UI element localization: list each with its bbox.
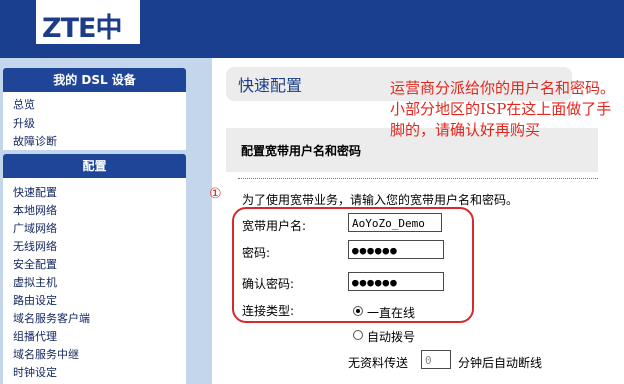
- highlight-box: [232, 207, 474, 323]
- idle-timeout-suffix: 分钟后自动断线: [458, 356, 543, 370]
- sidebar-item-wireless[interactable]: 无线网络: [13, 238, 57, 254]
- idle-timeout-prefix: 无资料传送: [348, 356, 409, 370]
- sidebar-section-header-dsl-device: 我的 DSL 设备: [3, 68, 186, 92]
- zte-logo: ZTE中兴: [36, 0, 140, 83]
- section-title: 配置宽带用户名和密码: [241, 144, 362, 158]
- page-title: 快速配置: [238, 76, 303, 95]
- radio-auto-dial[interactable]: [353, 330, 363, 340]
- sidebar-item-wan[interactable]: 广域网络: [13, 220, 57, 236]
- sidebar-item-multicast-proxy[interactable]: 组播代理: [13, 328, 57, 344]
- sidebar-item-dns-relay[interactable]: 域名服务中继: [13, 346, 79, 362]
- step-marker: ①: [209, 186, 222, 202]
- sidebar-section-header-config: 配置: [3, 154, 186, 178]
- sidebar-item-routing[interactable]: 路由设定: [13, 292, 57, 308]
- sidebar-gutter: [186, 58, 212, 384]
- sidebar-item-lan[interactable]: 本地网络: [13, 202, 57, 218]
- annotation-note: 运营商分派给你的用户名和密码。小部分地区的ISP在这上面做了手脚的，请确认好再购…: [390, 79, 616, 139]
- sidebar-item-diagnostics[interactable]: 故障诊断: [13, 133, 57, 149]
- dotted-divider: [238, 178, 598, 179]
- sidebar-item-overview[interactable]: 总览: [13, 96, 35, 112]
- intro-text: 为了使用宽带业务，请输入您的宽带用户名和密码。: [242, 193, 519, 207]
- idle-timeout-input[interactable]: 0: [421, 350, 451, 369]
- sidebar-item-clock[interactable]: 时钟设定: [13, 364, 57, 380]
- top-banner: ZTE中兴: [0, 0, 624, 83]
- sidebar-item-virtual-host[interactable]: 虚拟主机: [13, 274, 57, 290]
- sidebar-item-upgrade[interactable]: 升级: [13, 115, 35, 131]
- auto-dial-label: 自动拨号: [367, 330, 416, 344]
- sidebar-item-security[interactable]: 安全配置: [13, 256, 57, 272]
- sidebar-item-dns-client[interactable]: 域名服务客户端: [13, 310, 90, 326]
- sidebar-item-quick-setup[interactable]: 快速配置: [13, 184, 57, 200]
